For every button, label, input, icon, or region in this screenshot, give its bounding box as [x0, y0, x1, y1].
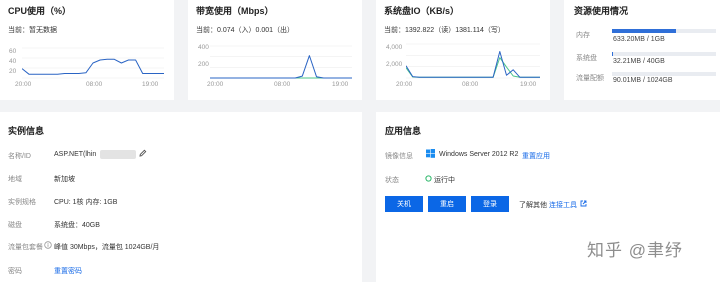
cpu-chart	[22, 47, 164, 79]
disk-io-xtick: 08:00	[462, 81, 479, 88]
region-value: 新加坡	[54, 176, 75, 183]
memory-usage-bar	[612, 29, 716, 33]
reset-app-link[interactable]: 重置应用	[522, 151, 550, 161]
resources-card: 资源使用情况 内存 633.20MB / 1GB 系统盘 32.21MB / 4…	[564, 0, 720, 100]
memory-value: 633.20MB / 1GB	[613, 36, 665, 43]
bandwidth-ytick: 200	[198, 61, 209, 68]
bandwidth-chart	[210, 45, 352, 79]
cpu-card: CPU使用（%） 当前：暂无数据 60 40 20 20:00 08:00 19…	[0, 0, 174, 100]
cpu-xtick: 20:00	[15, 81, 32, 88]
cpu-ytick: 60	[9, 48, 17, 55]
system-disk-value: 32.21MB / 40GB	[613, 58, 665, 65]
traffic-quota-value: 90.01MB / 1024GB	[613, 77, 673, 84]
series-line-1	[210, 55, 352, 79]
external-link-icon[interactable]	[580, 200, 587, 209]
password-label: 密码	[8, 268, 22, 275]
resources-title: 资源使用情况	[574, 6, 629, 16]
region-label: 地域	[8, 176, 22, 183]
instance-info-title: 实例信息	[8, 126, 45, 136]
traffic-quota-label: 流量配额	[576, 75, 604, 82]
traffic-plan-value: 峰值 30Mbps，流量包 1024GB/月	[54, 244, 160, 251]
connection-tools-link[interactable]: 连接工具	[549, 200, 577, 210]
edit-name-icon[interactable]	[139, 149, 147, 159]
cpu-xtick: 19:00	[142, 81, 159, 88]
disk-io-ytick: 4,000	[386, 44, 403, 51]
series-line-1	[22, 58, 164, 75]
traffic-plan-label: 流量包套餐	[8, 244, 43, 251]
image-value: Windows Server 2012 R2	[439, 151, 519, 158]
instance-name-label: 名称/ID	[8, 153, 31, 160]
more-tools-text: 了解其他	[519, 202, 547, 209]
bandwidth-title: 带宽使用（Mbps）	[196, 6, 274, 16]
instance-name-value: ASP.NET(lhin	[54, 151, 97, 158]
system-disk-label: 系统盘	[576, 55, 597, 62]
app-info-card: 应用信息 镜像信息 Windows Server 2012 R2 重置应用 状态…	[376, 112, 720, 282]
traffic-quota-usage-bar	[612, 72, 716, 76]
shutdown-button[interactable]: 关机	[385, 196, 423, 212]
cpu-ytick: 40	[9, 58, 17, 65]
series-line-2	[406, 57, 540, 78]
cpu-ytick: 20	[9, 68, 17, 75]
status-value: 运行中	[434, 177, 455, 184]
bandwidth-card: 带宽使用（Mbps） 当前：0.074（入）0.001（出） 400 200 2…	[188, 0, 362, 100]
traffic-plan-info-icon[interactable]	[44, 241, 52, 251]
image-label: 镜像信息	[385, 153, 413, 160]
bandwidth-xtick: 19:00	[332, 81, 349, 88]
cpu-title: CPU使用（%）	[8, 6, 72, 16]
disk-io-title: 系统盘IO（KB/s）	[384, 6, 460, 16]
system-disk-usage-fill	[612, 52, 614, 56]
disk-io-xtick: 20:00	[396, 81, 413, 88]
disk-io-current: 当前：1392.822（读）1381.114（写）	[384, 27, 505, 34]
disk-io-chart	[406, 43, 540, 79]
instance-spec-label: 实例规格	[8, 199, 36, 206]
bandwidth-ytick: 400	[198, 44, 209, 51]
windows-logo-icon	[426, 149, 435, 160]
watermark: 知乎 @聿纾	[587, 241, 683, 260]
disk-io-card: 系统盘IO（KB/s） 当前：1392.822（读）1381.114（写） 4,…	[376, 0, 550, 100]
reset-password-link[interactable]: 重置密码	[54, 266, 82, 276]
instance-id-redacted	[100, 150, 136, 159]
bandwidth-current: 当前：0.074（入）0.001（出）	[196, 27, 295, 34]
app-info-title: 应用信息	[385, 126, 422, 136]
running-status-icon	[425, 175, 432, 184]
disk-io-xtick: 19:00	[520, 81, 537, 88]
disk-label: 磁盘	[8, 222, 22, 229]
restart-button[interactable]: 重启	[428, 196, 466, 212]
instance-info-card: 实例信息 名称/ID ASP.NET(lhin 地域 新加坡 实例规格 CPU:…	[0, 112, 362, 282]
bandwidth-xtick: 20:00	[207, 81, 224, 88]
instance-spec-value: CPU: 1核 内存: 1GB	[54, 199, 118, 206]
cpu-xtick: 08:00	[86, 81, 103, 88]
cpu-current: 当前：暂无数据	[8, 27, 57, 34]
disk-value: 系统盘：40GB	[54, 222, 100, 229]
disk-io-ytick: 2,000	[386, 61, 403, 68]
login-button[interactable]: 登录	[471, 196, 509, 212]
memory-usage-fill	[612, 29, 677, 33]
status-label: 状态	[385, 177, 399, 184]
system-disk-usage-bar	[612, 52, 716, 56]
bandwidth-xtick: 08:00	[274, 81, 291, 88]
memory-label: 内存	[576, 32, 590, 39]
